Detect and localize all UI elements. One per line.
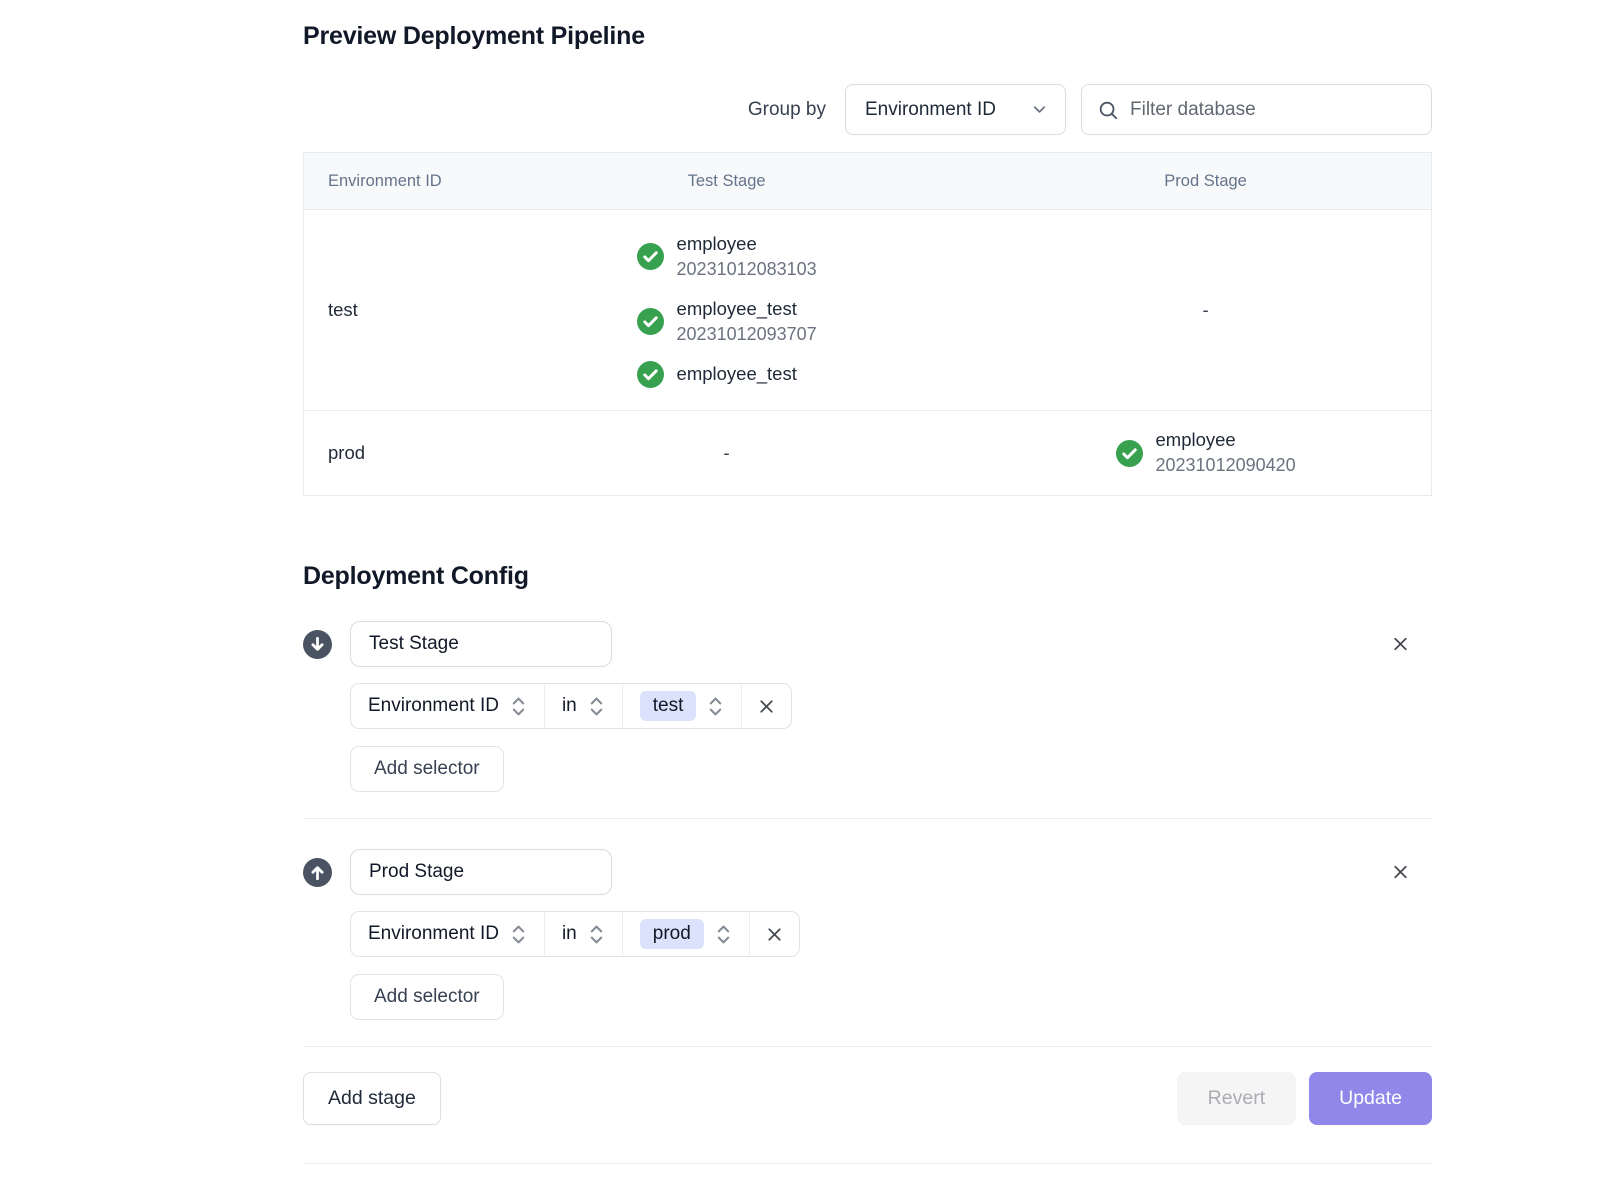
selector-row: Environment ID in test: [350, 683, 792, 729]
database-name: employee: [1156, 428, 1296, 452]
database-version: 20231012083103: [677, 258, 817, 281]
group-by-select[interactable]: Environment ID: [845, 84, 1066, 135]
remove-stage-button[interactable]: [1388, 632, 1413, 657]
database-entry: employee 20231012090420: [1116, 428, 1296, 477]
selector-field-dropdown[interactable]: Environment ID: [351, 912, 544, 956]
filter-database-box: [1081, 84, 1432, 135]
stage-config-test: Environment ID in test: [303, 621, 1432, 792]
selector-operator-value: in: [562, 923, 577, 945]
config-footer: Add stage Revert Update: [303, 1072, 1432, 1125]
up-down-chevrons-icon: [588, 695, 605, 718]
selector-operator-value: in: [562, 695, 577, 717]
selector-value-tag: prod: [640, 919, 704, 949]
column-header-environment-id: Environment ID: [304, 172, 473, 191]
filter-database-input[interactable]: [1130, 99, 1416, 121]
add-stage-button[interactable]: Add stage: [303, 1072, 441, 1125]
remove-selector-button[interactable]: [749, 912, 799, 956]
page-title: Preview Deployment Pipeline: [303, 0, 1432, 51]
bottom-divider: [303, 1163, 1432, 1164]
database-entry: employee 20231012083103: [637, 232, 817, 281]
pipeline-toolbar: Group by Environment ID: [303, 84, 1432, 135]
stage-divider: [303, 818, 1432, 819]
selector-operator-dropdown[interactable]: in: [544, 684, 622, 728]
table-row-test: test employee 20231012083103: [304, 210, 1431, 410]
database-entry: employee_test 20231012093707: [637, 297, 817, 346]
selector-field-value: Environment ID: [368, 923, 499, 945]
add-selector-button[interactable]: Add selector: [350, 974, 504, 1020]
environment-id-value: test: [328, 299, 358, 320]
database-name: employee_test: [677, 362, 797, 386]
column-header-test-stage: Test Stage: [473, 172, 980, 191]
check-circle-icon: [637, 308, 664, 335]
database-name: employee: [677, 232, 817, 256]
search-icon: [1097, 99, 1119, 121]
pipeline-table-header: Environment ID Test Stage Prod Stage: [304, 153, 1431, 210]
deployment-config-title: Deployment Config: [303, 562, 1432, 591]
stage-config-prod: Environment ID in prod: [303, 849, 1432, 1020]
database-version: 20231012090420: [1156, 454, 1296, 477]
check-circle-icon: [637, 361, 664, 388]
stage-name-input[interactable]: [350, 621, 612, 667]
arrow-down-circle-icon: [303, 630, 332, 659]
up-down-chevrons-icon: [715, 923, 732, 946]
selector-value-dropdown[interactable]: prod: [622, 912, 749, 956]
check-circle-icon: [637, 243, 664, 270]
chevron-down-icon: [1030, 100, 1049, 119]
revert-button[interactable]: Revert: [1177, 1072, 1296, 1125]
column-header-prod-stage: Prod Stage: [980, 172, 1431, 191]
check-circle-icon: [1116, 440, 1143, 467]
selector-value-tag: test: [640, 691, 697, 721]
environment-id-value: prod: [328, 442, 365, 463]
database-version: 20231012093707: [677, 323, 817, 346]
database-name: employee_test: [677, 297, 817, 321]
selector-value-dropdown[interactable]: test: [622, 684, 742, 728]
empty-stage-placeholder: -: [1203, 299, 1209, 321]
group-by-label: Group by: [748, 99, 826, 121]
remove-stage-button[interactable]: [1388, 860, 1413, 885]
close-icon: [1390, 643, 1411, 658]
selector-field-dropdown[interactable]: Environment ID: [351, 684, 544, 728]
close-icon: [764, 924, 785, 945]
main-content: Preview Deployment Pipeline Group by Env…: [303, 0, 1432, 1164]
close-icon: [1390, 871, 1411, 886]
up-down-chevrons-icon: [510, 695, 527, 718]
add-selector-button[interactable]: Add selector: [350, 746, 504, 792]
selector-field-value: Environment ID: [368, 695, 499, 717]
up-down-chevrons-icon: [510, 923, 527, 946]
footer-divider: [303, 1046, 1432, 1047]
test-stage-entries: employee 20231012083103 employee_test 20…: [637, 232, 817, 388]
database-entry: employee_test: [637, 361, 817, 388]
up-down-chevrons-icon: [707, 695, 724, 718]
close-icon: [756, 696, 777, 717]
selector-row: Environment ID in prod: [350, 911, 800, 957]
pipeline-table: Environment ID Test Stage Prod Stage tes…: [303, 152, 1432, 496]
table-row-prod: prod - employee 20231012090420: [304, 410, 1431, 495]
arrow-up-circle-icon: [303, 858, 332, 887]
update-button[interactable]: Update: [1309, 1072, 1432, 1125]
up-down-chevrons-icon: [588, 923, 605, 946]
group-by-selected-value: Environment ID: [865, 99, 996, 121]
empty-stage-placeholder: -: [724, 442, 730, 464]
stage-name-input[interactable]: [350, 849, 612, 895]
selector-operator-dropdown[interactable]: in: [544, 912, 622, 956]
remove-selector-button[interactable]: [741, 684, 791, 728]
